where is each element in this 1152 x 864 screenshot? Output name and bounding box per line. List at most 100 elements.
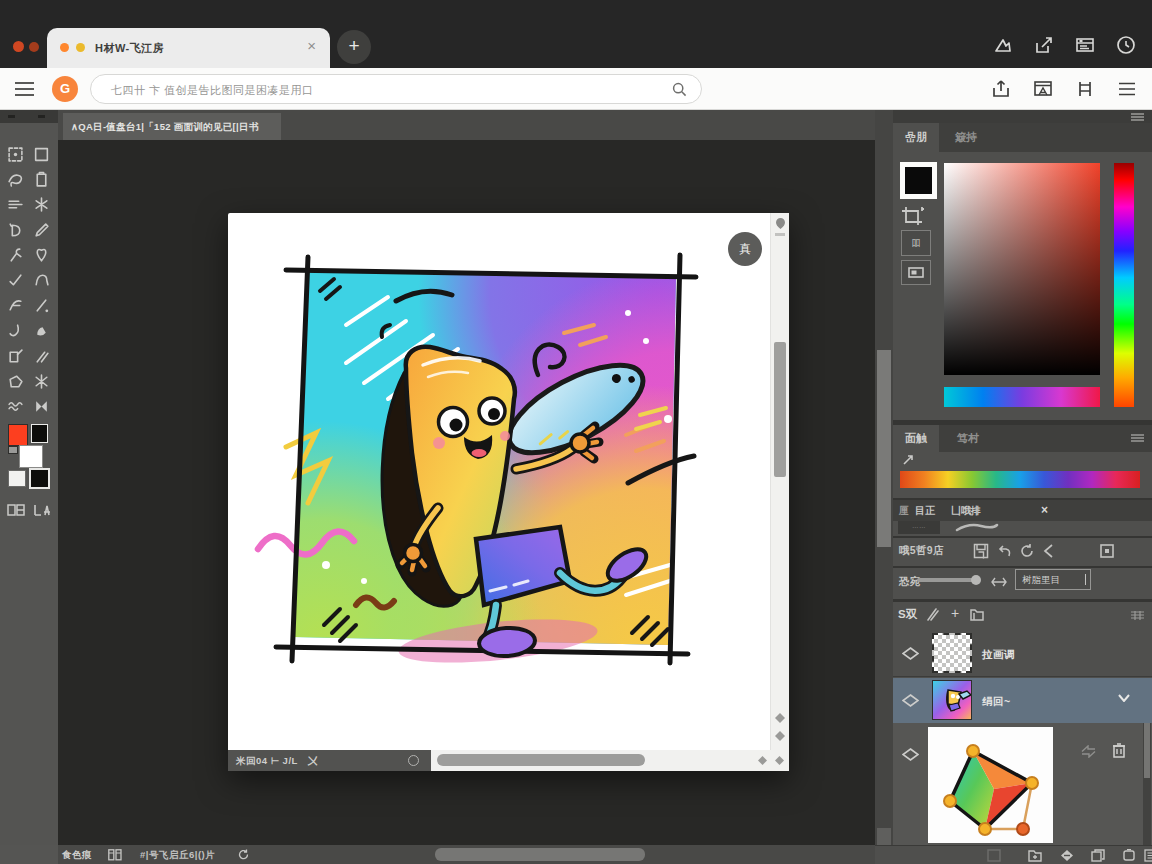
brush-tab-3[interactable]: 凵哦排 [951,500,981,521]
document-vscroll-thumb[interactable] [774,342,786,477]
tool-lasso-icon[interactable] [7,171,25,189]
workspace-hscroll-thumb[interactable] [435,848,645,861]
brush-tab-close-icon[interactable]: × [1041,500,1048,521]
tool-hooky-icon[interactable] [7,247,25,265]
document-hscroll-thumb[interactable] [437,754,645,766]
layers-grid-icon[interactable] [1131,611,1144,620]
default-fg-swatch[interactable] [8,470,26,487]
tools-sidebar-handle[interactable] [0,110,58,123]
gradient-rainbow-bar[interactable] [900,471,1140,488]
hscroll-diamond-1[interactable] [758,756,767,765]
tool-arc-icon[interactable] [33,272,51,290]
history-clock-icon[interactable] [1115,34,1137,56]
rotate-icon[interactable] [1019,543,1035,559]
download-icon[interactable] [991,79,1011,99]
screenmode-icon[interactable] [33,503,51,517]
document-vscrollbar[interactable] [770,213,789,750]
blend-mode-dropdown[interactable]: 树脂里目 [1015,569,1091,590]
scroll-diamond-up[interactable] [775,713,785,723]
layers-scroll-thumb[interactable] [1144,723,1150,778]
layers-folder-icon[interactable] [969,607,985,623]
annotate-icon[interactable] [992,34,1014,56]
tool-asterisk-icon[interactable] [33,196,51,214]
document-hscrollbar[interactable] [431,750,789,771]
foreground-color-swatch[interactable] [8,424,28,446]
footer-list-icon[interactable] [1144,849,1152,862]
reading-list-icon[interactable] [1074,34,1096,56]
quickmask-icon[interactable] [7,503,25,517]
tool-bowtie-icon[interactable] [33,398,51,416]
tool-clipboard-icon[interactable] [33,171,51,189]
bottom-left-button[interactable]: 食色痕 [62,845,92,864]
color-tab-active[interactable]: 嵒朋 [893,123,939,152]
brush-subtab[interactable]: ⋯⋯ [898,521,940,534]
layer2-thumbnail[interactable] [932,680,972,720]
layer1-thumbnail[interactable] [932,633,972,673]
scroll-diamond-down[interactable] [775,731,785,741]
small-gray-swatch[interactable] [8,446,18,454]
new-tab-button[interactable]: + [337,30,371,64]
undo-icon[interactable] [997,543,1013,559]
tool-waves-icon[interactable] [7,398,25,416]
gradient-tab-active[interactable]: 面触 [893,425,939,452]
doc-zoom-icon[interactable] [408,755,419,766]
layer3-delete-icon[interactable] [1112,743,1126,758]
color-mode-button[interactable]: 吅 [901,230,931,256]
color-swatch-well[interactable] [900,162,937,199]
opacity-slider[interactable] [917,578,977,582]
tool-rectpen-icon[interactable] [7,348,25,366]
layer-row-2-selected[interactable]: 绢回~ [893,678,1152,723]
settings-menu-icon[interactable] [1117,79,1137,99]
saturation-square[interactable] [944,163,1100,375]
tool-hatch-icon[interactable] [33,348,51,366]
background-color-swatch[interactable] [31,424,48,443]
footer-rotate-icon[interactable] [1122,849,1136,862]
tool-jhook-icon[interactable] [7,322,25,340]
color-tab-inactive[interactable]: 簸持 [943,123,989,152]
tool-dropper-icon[interactable] [33,247,51,265]
footer-copy-icon[interactable] [1091,849,1105,862]
layers-scrollbar[interactable] [1143,723,1151,864]
brush-tab-1[interactable]: 厘 [899,500,909,521]
layer-row-1[interactable]: 拉画调 [893,630,1152,677]
tool-check-icon[interactable] [7,272,25,290]
layer2-visibility-icon[interactable] [902,694,919,707]
window-dot-2[interactable] [29,42,39,52]
translate-icon[interactable] [1033,79,1053,99]
layer3-visibility-icon[interactable] [902,748,919,761]
document-tab[interactable]: ∧QA日-值盘台1|「152 画面训的见已[|日书 [63,113,281,140]
footer-diamond-icon[interactable] [1060,849,1074,862]
layer3-link-icon[interactable] [1081,745,1096,758]
tool-swoosh-icon[interactable] [7,297,25,315]
tool-blob-icon[interactable] [33,322,51,340]
tool-marquee-icon[interactable] [7,146,25,164]
zoom-badge[interactable]: 真 [728,232,762,266]
default-bg-swatch[interactable] [29,468,50,489]
window-dot-1[interactable] [13,41,24,52]
white-swatch[interactable] [19,445,43,468]
browser-tab[interactable]: H材W-飞江房 × [47,28,330,68]
layer3-large-thumbnail[interactable] [928,727,1053,843]
hscroll-diamond-2[interactable] [775,756,784,765]
save-preset-icon[interactable] [973,543,989,559]
refresh-icon[interactable] [238,849,249,860]
layers-brush-icon[interactable] [925,607,941,623]
gradient-panel-menu-icon[interactable] [1131,434,1144,443]
menu-icon[interactable] [14,81,35,97]
tool-pen-icon[interactable] [33,222,51,240]
brush-tab-2[interactable]: 目正 [915,500,935,521]
gradient-stop-icon[interactable] [903,455,913,465]
search-icon[interactable] [672,82,687,97]
document-window[interactable]: 真 米回04 ⊢ J/L 〤 [228,213,789,771]
settings-square-icon[interactable] [1099,543,1115,559]
footer-dim-icon[interactable] [987,849,1001,862]
tool-slash-icon[interactable] [33,297,51,315]
url-bar[interactable]: 七四卄 卞 值创是告比图同是困凑是用口 [90,74,702,104]
hue-strip[interactable] [1114,163,1134,407]
tool-dshape-icon[interactable] [7,222,25,240]
opacity-slider-knob[interactable] [971,575,981,585]
browser-logo[interactable]: G [52,76,78,102]
panel-menu-icon[interactable] [1131,113,1144,122]
tool-aster2-icon[interactable] [33,373,51,391]
share-window-icon[interactable] [1033,34,1055,56]
